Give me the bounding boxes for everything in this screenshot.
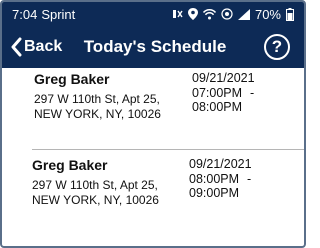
signal-icon bbox=[237, 8, 250, 20]
battery-percent: 70% bbox=[254, 6, 281, 22]
status-carrier: Sprint bbox=[41, 6, 76, 22]
wifi-icon bbox=[202, 8, 216, 19]
client-address-line1: 297 W 110th St, Apt 25, bbox=[32, 178, 158, 192]
mute-icon bbox=[172, 10, 183, 18]
appointment-item[interactable]: Greg Baker 297 W 110th St, Apt 25, NEW Y… bbox=[2, 154, 304, 236]
appointment-start-time: 08:00PM bbox=[189, 172, 240, 186]
app-header: Back Today's Schedule ? bbox=[2, 26, 304, 68]
location-icon bbox=[187, 8, 198, 20]
hotspot-icon bbox=[221, 8, 233, 20]
chevron-left-icon bbox=[11, 37, 22, 57]
appointment-time-range: 08:00PM - 09:00PM bbox=[189, 172, 304, 200]
list-divider bbox=[32, 149, 304, 150]
appointment-item[interactable]: Greg Baker 297 W 110th St, Apt 25, NEW Y… bbox=[2, 68, 304, 150]
status-icons: 70% bbox=[171, 7, 294, 22]
app-frame: 7:04 Sprint 70% Back Today's Schedule ? … bbox=[0, 0, 306, 248]
client-name: Greg Baker bbox=[34, 71, 110, 87]
appointment-date: 09/21/2021 bbox=[192, 71, 255, 85]
client-address-line2: NEW YORK, NY, 10026 bbox=[34, 107, 161, 121]
appointment-start-time: 07:00PM bbox=[192, 86, 243, 100]
appointment-date: 09/21/2021 bbox=[189, 157, 252, 171]
client-address-line2: NEW YORK, NY, 10026 bbox=[32, 193, 159, 207]
help-button[interactable]: ? bbox=[264, 34, 290, 60]
client-address-line1: 297 W 110th St, Apt 25, bbox=[34, 92, 160, 106]
client-name: Greg Baker bbox=[32, 157, 108, 173]
back-button-label: Back bbox=[24, 38, 63, 55]
status-time: 7:04 bbox=[12, 6, 38, 22]
back-button[interactable]: Back bbox=[10, 37, 62, 57]
status-bar: 7:04 Sprint 70% bbox=[2, 2, 304, 26]
appointment-time-range: 07:00PM - 08:00PM bbox=[192, 86, 304, 114]
battery-icon bbox=[286, 7, 294, 21]
